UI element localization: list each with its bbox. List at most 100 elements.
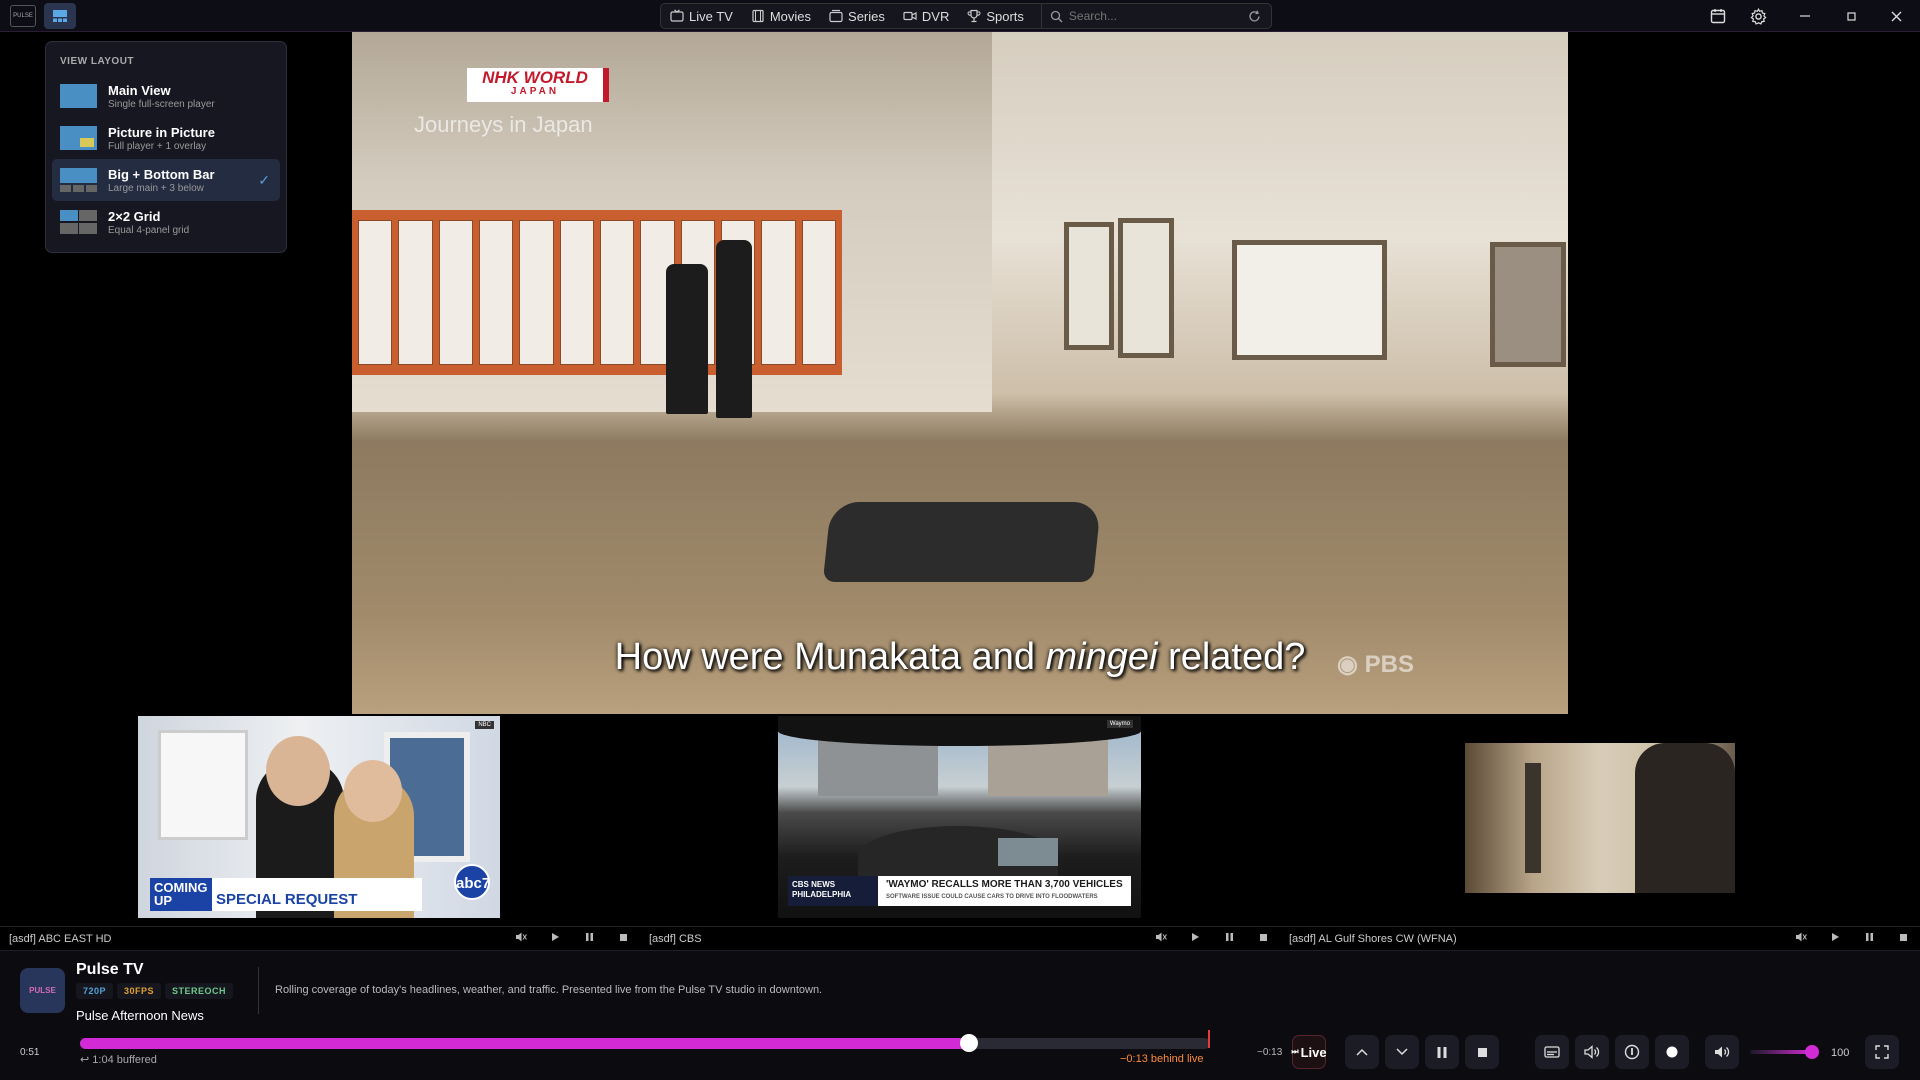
close-button[interactable]	[1876, 0, 1916, 32]
fullscreen-button[interactable]	[1865, 1035, 1899, 1069]
audio-track-button[interactable]	[1575, 1035, 1609, 1069]
video-scene-frame	[158, 730, 248, 840]
top-bar: PULSE Live TV Movies Series DVR Sports	[0, 0, 1920, 32]
seek-bar-fill	[80, 1038, 970, 1049]
video-scene-screens	[352, 210, 842, 375]
gear-icon	[1749, 7, 1767, 25]
channel-down-button[interactable]	[1385, 1035, 1419, 1069]
news-lower-third: COMING UP SPECIAL REQUEST	[150, 878, 488, 911]
video-scene-screen	[998, 838, 1058, 866]
layout-thumb-main-icon	[60, 84, 97, 108]
go-live-button[interactable]: ⏭ Live	[1291, 1035, 1327, 1069]
layout-option-pip[interactable]: Picture in Picture Full player + 1 overla…	[52, 117, 280, 159]
nav-dvr[interactable]: DVR	[894, 4, 958, 28]
main-video-player[interactable]: NHK WORLD JAPAN Journeys in Japan How wer…	[352, 32, 1568, 714]
skip-forward-icon: ⏭	[1291, 1047, 1299, 1056]
tile-pause-button[interactable]	[1212, 932, 1246, 945]
video-scene-bench	[822, 502, 1102, 582]
tile-mute-button[interactable]	[1784, 931, 1818, 946]
record-button[interactable]	[1655, 1035, 1689, 1069]
tile-mute-button[interactable]	[1144, 931, 1178, 946]
volume-button[interactable]	[1705, 1035, 1739, 1069]
film-icon	[752, 9, 764, 23]
tile-play-button[interactable]	[1818, 932, 1852, 945]
channel-up-button[interactable]	[1345, 1035, 1379, 1069]
volume-value: 100	[1831, 1047, 1850, 1059]
play-icon	[1831, 933, 1839, 941]
tile-video-cw[interactable]	[1465, 743, 1735, 893]
pause-button[interactable]	[1425, 1035, 1459, 1069]
program-description: Rolling coverage of today's headlines, w…	[275, 984, 823, 996]
nav-series[interactable]: Series	[820, 4, 894, 28]
minimize-button[interactable]	[1785, 0, 1825, 32]
tile-video-cbs[interactable]: Waymo CBS NEWS PHILADELPHIA 'WAYMO' RECA…	[778, 716, 1141, 918]
layout-option-main-view[interactable]: Main View Single full-screen player	[52, 75, 280, 117]
coming-up-label: COMING UP	[150, 878, 212, 911]
search-input[interactable]	[1068, 9, 1219, 23]
nav-movies[interactable]: Movies	[742, 4, 820, 28]
series-icon	[829, 9, 843, 23]
mute-icon	[1796, 932, 1807, 942]
subtitles-button[interactable]	[1535, 1035, 1569, 1069]
layout-icon	[53, 10, 67, 22]
refresh-icon[interactable]	[1248, 10, 1261, 23]
stop-icon	[1477, 1047, 1487, 1057]
tile-channel-name: [asdf] AL Gulf Shores CW (WFNA)	[1289, 932, 1457, 945]
calendar-icon	[1710, 9, 1726, 24]
seek-bar-handle[interactable]	[960, 1034, 979, 1052]
tile-pause-button[interactable]	[1852, 932, 1886, 945]
tile-pause-button[interactable]	[572, 932, 606, 945]
tile-mute-button[interactable]	[504, 931, 538, 946]
play-icon	[551, 933, 559, 941]
tile-channel-name: [asdf] CBS	[649, 932, 702, 945]
volume-slider[interactable]	[1750, 1045, 1819, 1059]
framerate-badge: 30FPS	[117, 983, 162, 999]
channel-name: Pulse TV	[76, 961, 144, 978]
seek-bar[interactable]	[80, 1034, 1210, 1052]
play-icon	[1191, 933, 1199, 941]
tile-stop-button[interactable]	[1246, 933, 1280, 945]
nav-sports[interactable]: Sports	[958, 4, 1033, 28]
nav-series-label: Series	[848, 8, 885, 24]
nav-live-tv[interactable]: Live TV	[661, 4, 742, 28]
layout-option-big-bottom[interactable]: Big + Bottom Bar Large main + 3 below ✓	[52, 159, 280, 201]
divider	[258, 967, 259, 1014]
live-edge-marker	[1208, 1030, 1210, 1048]
show-name-overlay: Journeys in Japan	[414, 112, 593, 137]
video-scene-person	[1635, 743, 1735, 893]
behind-live-status: −0:13 behind live	[1120, 1053, 1204, 1065]
info-button[interactable]	[1615, 1035, 1649, 1069]
pause-icon	[1225, 933, 1233, 941]
elapsed-time: 0:51	[20, 1047, 40, 1058]
tile-play-button[interactable]	[538, 932, 572, 945]
minimize-icon	[1800, 15, 1810, 17]
tile-video-abc[interactable]: NBC COMING UP SPECIAL REQUEST abc7	[138, 716, 500, 918]
abc7-logo: abc7	[454, 864, 490, 900]
layout-option-grid[interactable]: 2×2 Grid Equal 4-panel grid	[52, 201, 280, 243]
pause-icon	[1437, 1046, 1447, 1058]
tile-stop-button[interactable]	[606, 933, 640, 945]
close-icon	[1891, 11, 1901, 21]
layout-option-desc: Equal 4-panel grid	[108, 224, 190, 236]
pbs-watermark: ◉ PBS	[1337, 651, 1414, 678]
tile-stop-button[interactable]	[1886, 933, 1920, 945]
volume-slider-handle[interactable]	[1805, 1045, 1819, 1059]
settings-button[interactable]	[1738, 0, 1778, 32]
search-icon	[1050, 10, 1063, 22]
video-scene-frame	[1064, 222, 1114, 350]
video-scene-frame	[1490, 242, 1566, 367]
layout-thumb-grid-icon	[60, 210, 97, 234]
record-icon	[1666, 1046, 1678, 1058]
trophy-icon	[967, 9, 981, 23]
news-lower-third: CBS NEWS PHILADELPHIA 'WAYMO' RECALLS MO…	[788, 876, 1131, 906]
app-logo: PULSE	[10, 5, 36, 27]
view-layout-button[interactable]	[44, 3, 76, 29]
maximize-button[interactable]	[1831, 0, 1871, 32]
speaker-wave-icon	[1584, 1045, 1600, 1059]
search-box	[1040, 4, 1271, 28]
pause-icon	[585, 933, 593, 941]
tile-play-button[interactable]	[1178, 932, 1212, 945]
stop-button[interactable]	[1465, 1035, 1499, 1069]
calendar-button[interactable]	[1698, 0, 1738, 32]
buffered-status: ↩ 1:04 buffered	[80, 1054, 157, 1066]
